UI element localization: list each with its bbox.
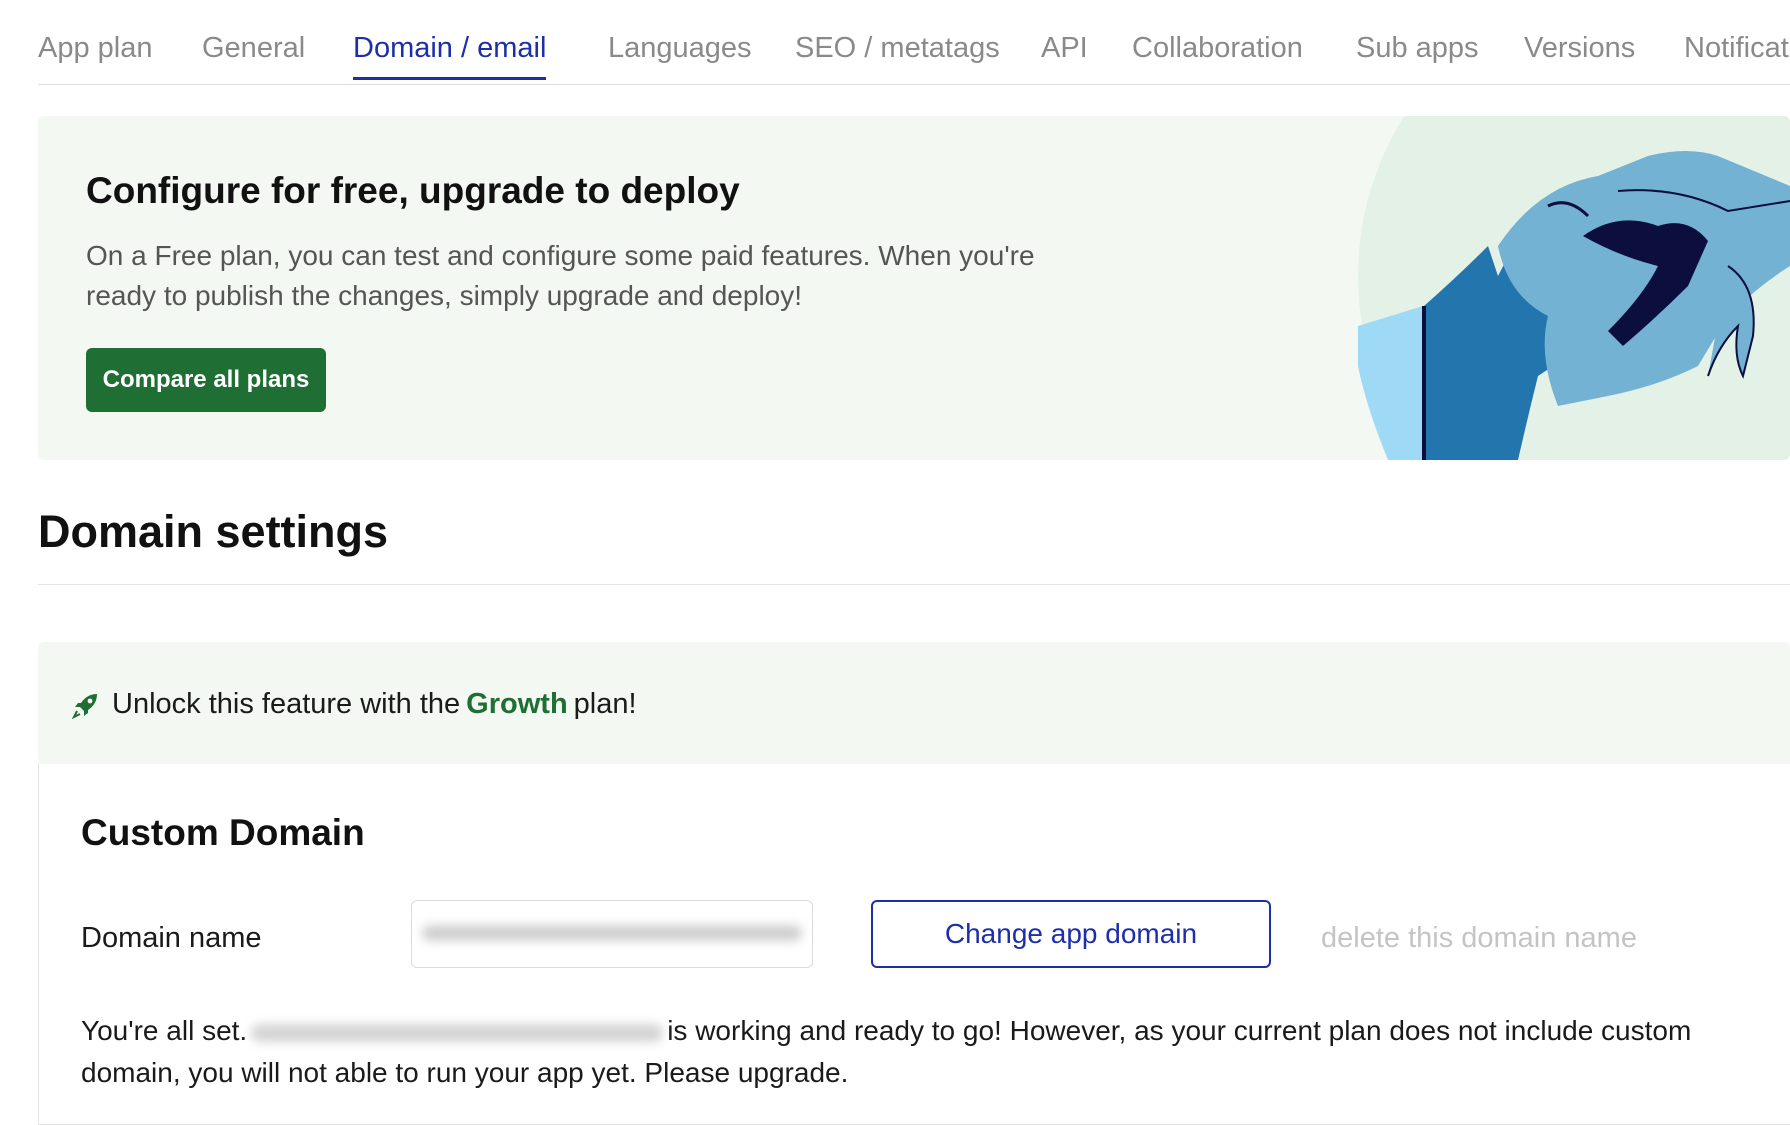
settings-tabs: App plan General Domain / email Language… xyxy=(38,0,1790,85)
redacted-domain-inline xyxy=(251,1023,664,1042)
status-prefix: You're all set. xyxy=(81,1015,248,1046)
tab-notifications[interactable]: Notificat xyxy=(1684,32,1789,77)
unlock-suffix: plan! xyxy=(573,688,637,720)
rocket-icon xyxy=(72,693,97,719)
domain-settings-title: Domain settings xyxy=(38,506,389,557)
tab-seo-metatags[interactable]: SEO / metatags xyxy=(795,32,1000,77)
section-divider xyxy=(38,584,1790,585)
compare-plans-button[interactable]: Compare all plans xyxy=(86,348,326,412)
custom-domain-title: Custom Domain xyxy=(81,812,365,853)
custom-domain-card: Custom Domain Domain name Change app dom… xyxy=(38,764,1790,1125)
tab-collaboration[interactable]: Collaboration xyxy=(1132,32,1303,77)
redacted-domain-value xyxy=(422,925,802,941)
tab-sub-apps[interactable]: Sub apps xyxy=(1356,32,1479,77)
unlock-prefix: Unlock this feature with the xyxy=(112,688,461,720)
upgrade-promo-banner: Configure for free, upgrade to deploy On… xyxy=(38,116,1790,460)
tab-domain-email[interactable]: Domain / email xyxy=(353,32,547,80)
domain-name-label: Domain name xyxy=(81,922,262,954)
unlock-message: Unlock this feature with the Growth plan… xyxy=(72,688,637,721)
tab-app-plan[interactable]: App plan xyxy=(38,32,153,77)
growth-plan-label: Growth xyxy=(466,688,568,720)
promo-description: On a Free plan, you can test and configu… xyxy=(86,240,1035,311)
promo-title: Configure for free, upgrade to deploy xyxy=(86,170,740,211)
tab-api[interactable]: API xyxy=(1041,32,1088,77)
delete-domain-link[interactable]: delete this domain name xyxy=(1321,922,1637,955)
hand-illustration xyxy=(1358,116,1790,460)
change-app-domain-button[interactable]: Change app domain xyxy=(871,900,1271,968)
domain-status-message: You're all set. is working and ready to g… xyxy=(81,1010,1781,1094)
tab-general[interactable]: General xyxy=(202,32,305,77)
tab-languages[interactable]: Languages xyxy=(608,32,752,77)
tab-versions[interactable]: Versions xyxy=(1524,32,1635,77)
unlock-feature-banner: Unlock this feature with the Growth plan… xyxy=(38,642,1790,764)
domain-name-field[interactable] xyxy=(411,900,813,968)
